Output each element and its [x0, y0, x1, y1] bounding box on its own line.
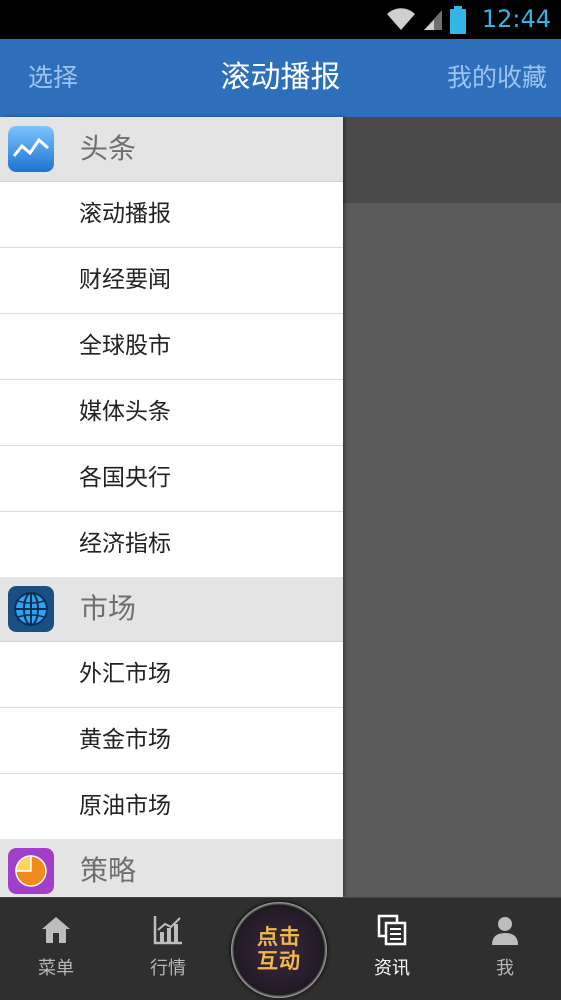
section-header-headlines[interactable]: 头条 — [0, 117, 343, 182]
drawer-item-central-banks[interactable]: 各国央行 — [0, 446, 343, 512]
interact-line-1: 点击 — [257, 925, 301, 949]
wifi-icon — [387, 8, 415, 30]
app-header: 选择 滚动播报 我的收藏 — [0, 39, 561, 117]
tab-label: 行情 — [150, 958, 186, 979]
drawer-item-media-headlines[interactable]: 媒体头条 — [0, 380, 343, 446]
section-label: 市场 — [80, 592, 137, 625]
drawer-item-finance-news[interactable]: 财经要闻 — [0, 248, 343, 314]
tab-news[interactable]: 资讯 — [342, 898, 442, 1000]
section-header-markets[interactable]: 市场 — [0, 577, 343, 642]
interact-line-2: 互动 — [257, 949, 301, 973]
globe-icon — [8, 586, 54, 632]
tab-quotes[interactable]: 行情 — [118, 898, 218, 1000]
home-icon — [42, 917, 70, 943]
interact-button[interactable]: 点击 互动 — [231, 902, 327, 998]
drawer-item-gold-market[interactable]: 黄金市场 — [0, 708, 343, 774]
battery-icon — [450, 6, 466, 34]
tab-label: 资讯 — [374, 958, 410, 979]
line-chart-icon — [153, 916, 182, 945]
pie-chart-icon — [8, 848, 54, 894]
tab-label: 菜单 — [38, 958, 74, 979]
tab-me[interactable]: 我 — [455, 898, 555, 1000]
tab-menu[interactable]: 菜单 — [6, 898, 106, 1000]
drawer-item-economic-indicators[interactable]: 经济指标 — [0, 512, 343, 577]
main-content-overlay[interactable] — [343, 117, 561, 897]
status-icons — [386, 6, 466, 34]
status-time: 12:44 — [481, 5, 551, 33]
drawer-item-scroll-news[interactable]: 滚动播报 — [0, 182, 343, 248]
drawer-item-global-stocks[interactable]: 全球股市 — [0, 314, 343, 380]
drawer-item-oil-market[interactable]: 原油市场 — [0, 774, 343, 839]
section-header-strategy[interactable]: 策略 — [0, 839, 343, 897]
news-icon — [377, 914, 407, 946]
navigation-drawer: 头条 滚动播报 财经要闻 全球股市 媒体头条 各国央行 经济指标 市场 外汇市场… — [0, 117, 343, 897]
section-label: 头条 — [80, 132, 137, 165]
status-bar: 12:44 — [0, 0, 561, 39]
section-label: 策略 — [80, 854, 137, 887]
signal-icon — [424, 10, 442, 30]
interact-button-label: 点击 互动 — [231, 925, 327, 973]
favorites-button[interactable]: 我的收藏 — [447, 39, 547, 117]
tab-label: 我 — [496, 958, 514, 979]
person-icon — [492, 917, 518, 945]
drawer-item-forex-market[interactable]: 外汇市场 — [0, 642, 343, 708]
content-top-band — [343, 117, 561, 203]
stock-chart-icon — [8, 126, 54, 172]
